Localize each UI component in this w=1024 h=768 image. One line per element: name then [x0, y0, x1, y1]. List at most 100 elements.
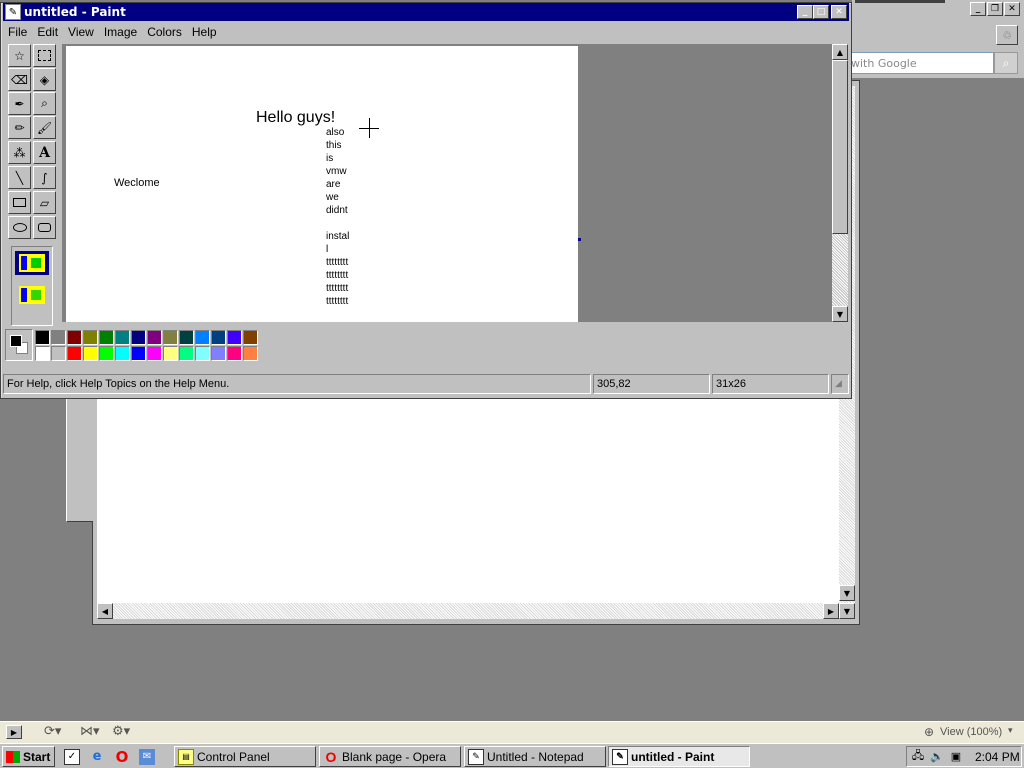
color-swatch[interactable]	[195, 330, 210, 345]
menu-view[interactable]: View	[63, 25, 99, 39]
ie-icon[interactable]: e	[89, 749, 105, 765]
maximize-icon[interactable]: □	[813, 5, 829, 19]
clock[interactable]: 2:04 PM	[975, 750, 1020, 764]
pencil-icon[interactable]: ✏	[8, 116, 31, 139]
minimize-icon[interactable]: _	[797, 5, 813, 19]
color-swatch[interactable]	[179, 346, 194, 361]
color-swatch[interactable]	[115, 346, 130, 361]
close-icon[interactable]: ✕	[831, 5, 847, 19]
color-swatch[interactable]	[227, 330, 242, 345]
resize-handle[interactable]	[578, 238, 581, 241]
channel-icon[interactable]: ✉	[139, 748, 155, 765]
color-swatch[interactable]	[115, 330, 130, 345]
airbrush-icon[interactable]: ⁂	[8, 141, 31, 164]
color-swatch[interactable]	[67, 330, 82, 345]
zoom-level[interactable]: View (100%)	[940, 726, 1002, 738]
menu-image[interactable]: Image	[99, 25, 142, 39]
opaque-option-icon[interactable]	[15, 251, 49, 275]
canvas-text-line: we	[326, 192, 339, 203]
color-swatch[interactable]	[147, 330, 162, 345]
transparent-option-icon[interactable]	[15, 283, 49, 307]
start-button[interactable]: Start	[2, 746, 55, 767]
search-button[interactable]: ⌕	[994, 52, 1018, 74]
brush-icon[interactable]: 🖌	[33, 116, 56, 139]
color-swatch[interactable]	[243, 330, 258, 345]
scroll-down-icon[interactable]: ▼	[839, 603, 855, 619]
line-icon[interactable]: ╲	[8, 166, 31, 189]
restore-icon[interactable]: ❐	[987, 2, 1003, 16]
color-swatch[interactable]	[99, 346, 114, 361]
color-picker-icon[interactable]: ✒	[8, 92, 31, 115]
notepad-icon: ✎	[468, 748, 484, 765]
task-control-panel[interactable]: ▤ Control Panel	[174, 746, 316, 767]
color-swatch[interactable]	[51, 346, 66, 361]
color-swatch[interactable]	[83, 346, 98, 361]
color-swatch[interactable]	[131, 346, 146, 361]
scroll-up-icon[interactable]: ▲	[832, 44, 848, 60]
polygon-icon[interactable]: ▱	[33, 191, 56, 214]
free-select-icon[interactable]: ☆	[8, 44, 31, 67]
text-tool-icon[interactable]: A	[33, 141, 56, 164]
color-swatch[interactable]	[67, 346, 82, 361]
refresh-icon[interactable]: ⟳▾	[44, 724, 61, 739]
resize-grip-icon[interactable]: ◢	[831, 374, 849, 394]
menu-edit[interactable]: Edit	[32, 25, 63, 39]
menu-file[interactable]: File	[3, 25, 32, 39]
magnifier-icon[interactable]: ⌕	[33, 92, 56, 115]
canvas-vertical-scrollbar[interactable]: ▲ ▼	[832, 44, 848, 322]
color-swatch[interactable]	[179, 330, 194, 345]
color-swatch[interactable]	[147, 346, 162, 361]
paint-titlebar[interactable]: ✎ untitled - Paint _ □ ✕	[3, 3, 849, 21]
task-opera[interactable]: O Blank page - Opera	[319, 746, 461, 767]
eraser-icon[interactable]: ⌫	[8, 68, 31, 91]
task-notepad[interactable]: ✎ Untitled - Notepad	[464, 746, 606, 767]
scroll-left-icon[interactable]: ◀	[97, 603, 113, 619]
canvas-text-line: instal	[326, 231, 350, 242]
sidebar-toggle-icon[interactable]: ▶	[6, 725, 22, 739]
desktop-icon[interactable]: ✓	[64, 748, 80, 765]
status-bar: For Help, click Help Topics on the Help …	[3, 374, 849, 396]
zoom-dropdown-icon[interactable]: ▾	[1008, 726, 1013, 736]
curve-icon[interactable]: ∫	[33, 166, 56, 189]
display-icon[interactable]: ▣	[948, 749, 964, 765]
color-swatch[interactable]	[195, 346, 210, 361]
settings-icon[interactable]: ⚙▾	[112, 724, 130, 739]
menu-help[interactable]: Help	[187, 25, 222, 39]
color-swatch[interactable]	[83, 330, 98, 345]
menu-colors[interactable]: Colors	[142, 25, 187, 39]
color-swatch[interactable]	[35, 346, 50, 361]
rounded-rect-icon[interactable]	[33, 216, 56, 239]
rect-select-icon[interactable]	[33, 44, 56, 67]
color-swatch[interactable]	[227, 346, 242, 361]
color-swatch[interactable]	[211, 346, 226, 361]
color-swatch[interactable]	[51, 330, 66, 345]
color-swatch[interactable]	[163, 346, 178, 361]
minimize-icon[interactable]: _	[970, 2, 986, 16]
close-icon[interactable]: ✕	[1004, 2, 1020, 16]
volume-icon[interactable]: 🔈	[929, 749, 945, 765]
share-icon[interactable]: ⋈▾	[80, 724, 100, 739]
search-input[interactable]: with Google	[846, 52, 994, 74]
color-swatch[interactable]	[35, 330, 50, 345]
opera-icon[interactable]: O	[114, 748, 130, 766]
scroll-right-icon[interactable]: ▶	[823, 603, 839, 619]
color-swatch[interactable]	[243, 346, 258, 361]
recycle-icon[interactable]: ♲	[996, 25, 1018, 45]
color-swatch[interactable]	[99, 330, 114, 345]
opera-horizontal-scrollbar[interactable]: ◀ ▶	[97, 603, 839, 619]
scroll-down-icon[interactable]: ▼	[839, 585, 855, 601]
ellipse-icon[interactable]	[8, 216, 31, 239]
task-label: Blank page - Opera	[342, 749, 447, 764]
color-swatch[interactable]	[163, 330, 178, 345]
task-paint[interactable]: ✎ untitled - Paint	[608, 746, 750, 767]
rectangle-icon[interactable]	[8, 191, 31, 214]
color-swatch[interactable]	[211, 330, 226, 345]
network-icon[interactable]: 🖧	[910, 749, 926, 765]
opera-page[interactable]	[97, 396, 839, 603]
color-swatch[interactable]	[131, 330, 146, 345]
scroll-thumb[interactable]	[832, 60, 848, 234]
fill-icon[interactable]: ◈	[33, 68, 56, 91]
scroll-down-icon[interactable]: ▼	[832, 306, 848, 322]
current-colors[interactable]	[5, 329, 33, 361]
drawing-canvas[interactable]: Hello guys! Weclome also this is vmw are we di…	[66, 46, 578, 322]
